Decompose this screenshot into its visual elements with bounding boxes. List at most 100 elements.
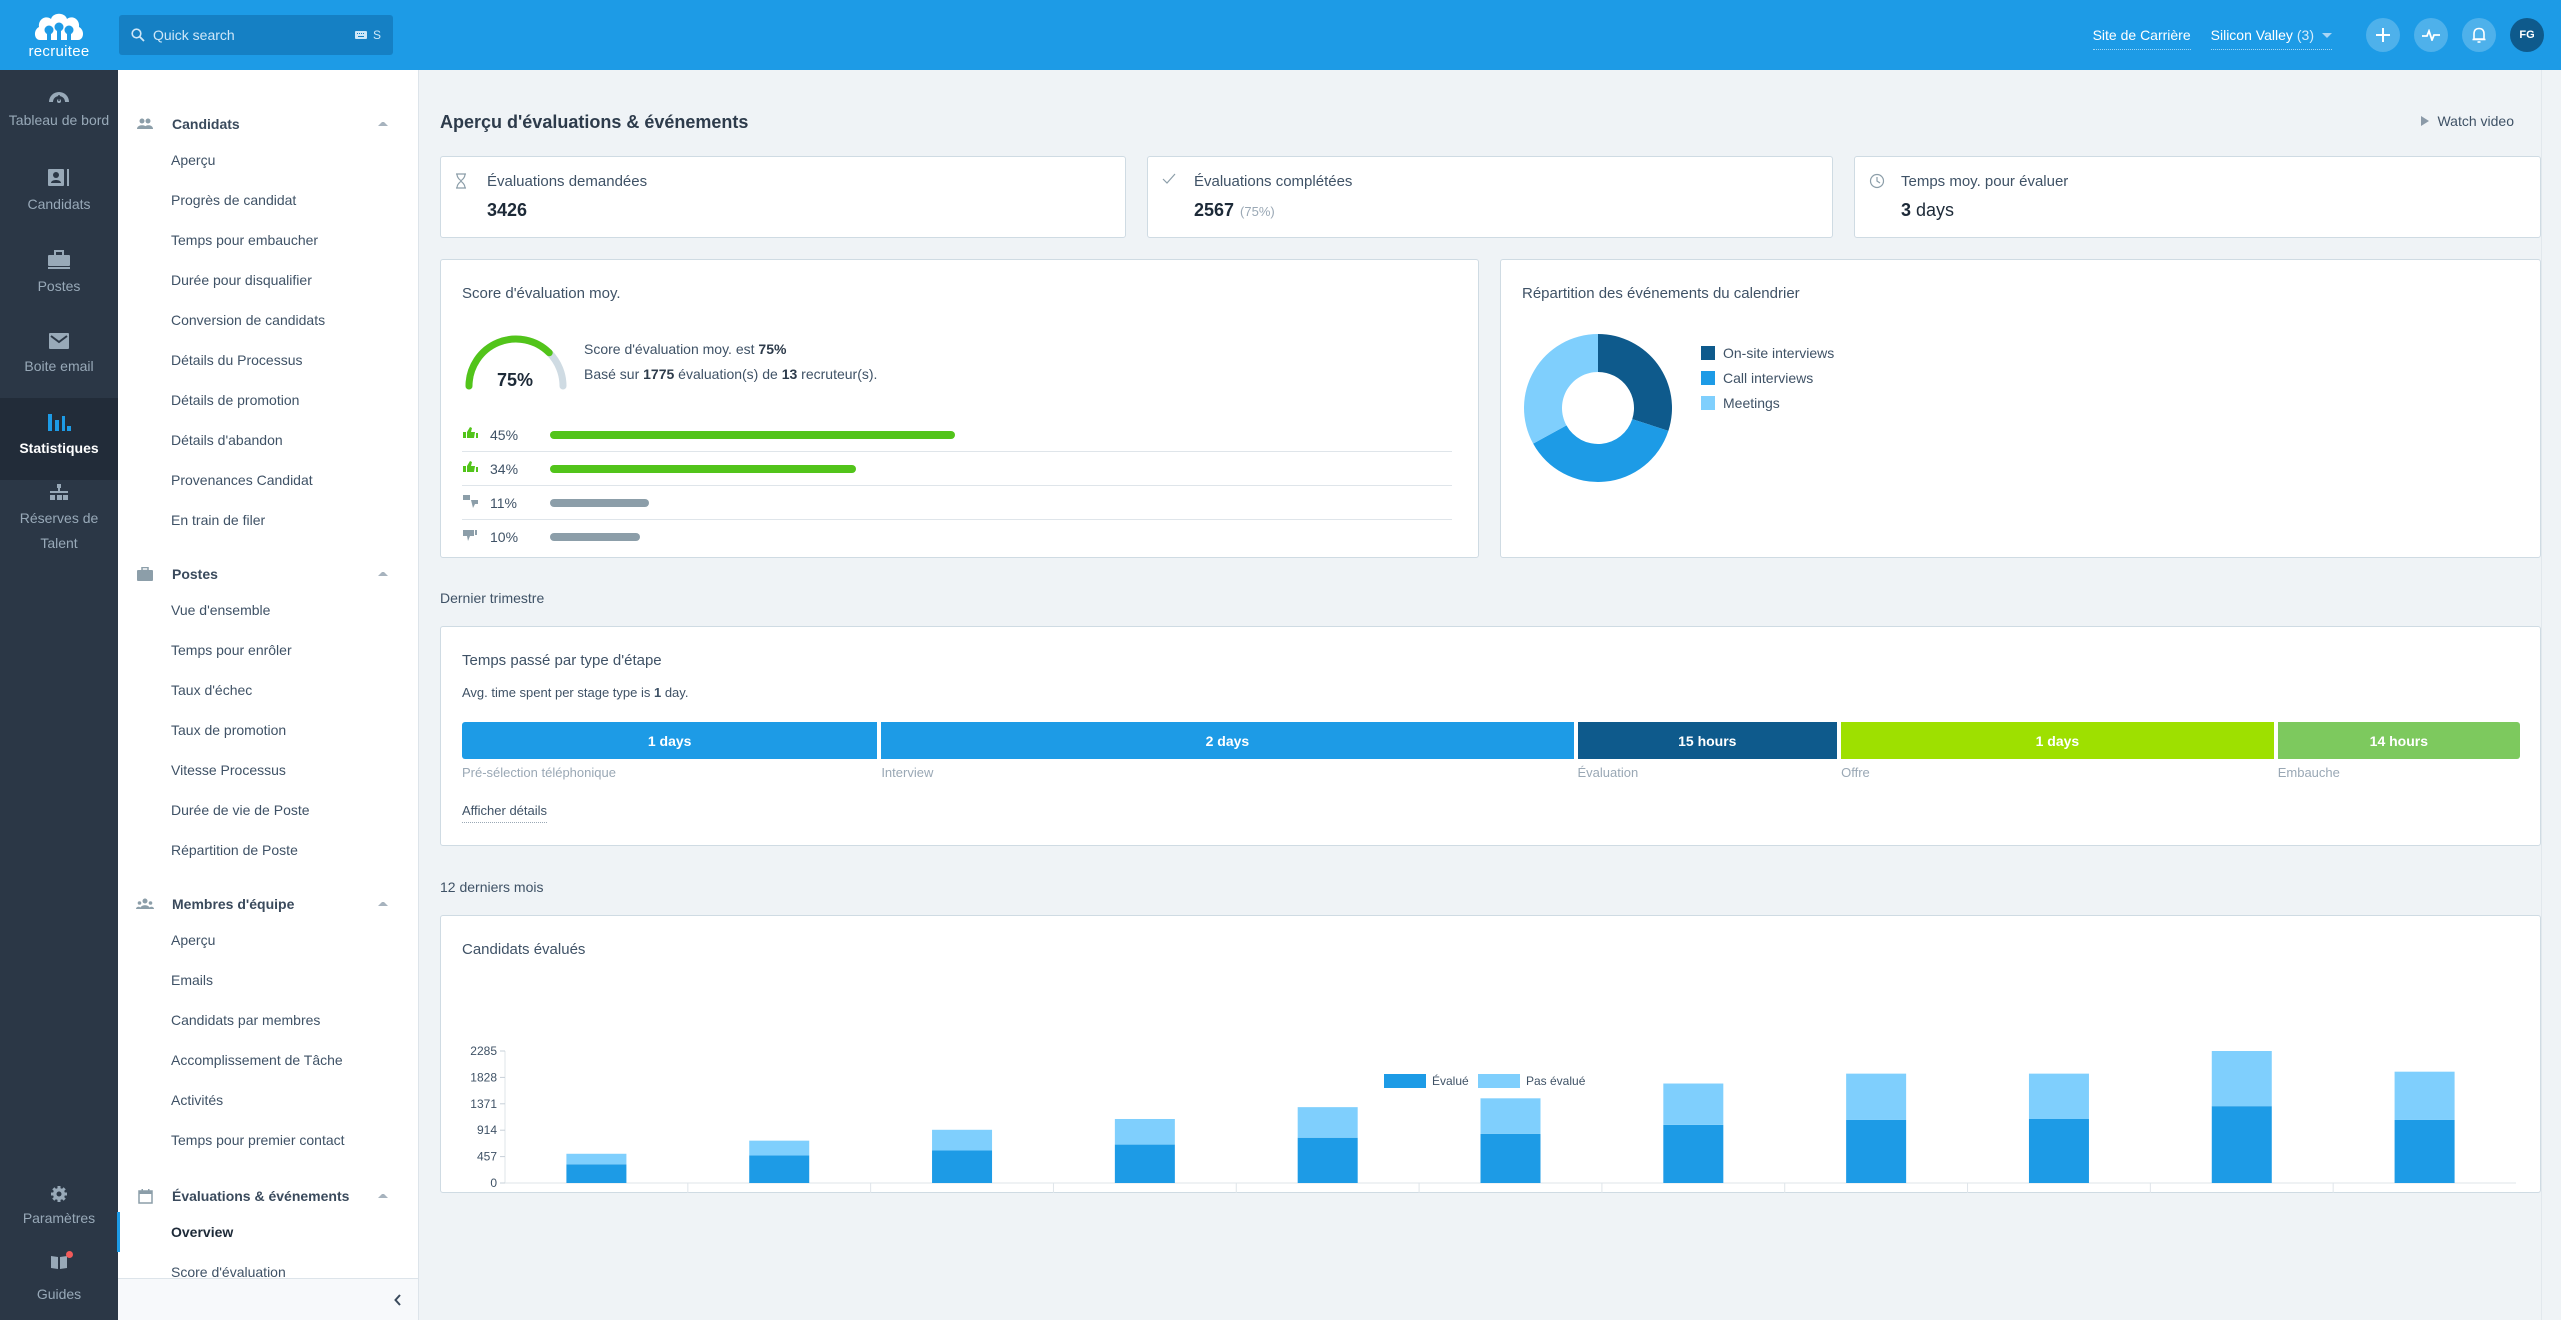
subnav-item[interactable]: Emails (118, 960, 418, 1000)
nav-settings[interactable]: Paramètres (0, 1186, 118, 1246)
search-placeholder: Quick search (153, 27, 235, 43)
subnav-item[interactable]: Temps pour premier contact (118, 1120, 418, 1160)
subnav-item[interactable]: Détails d'abandon (118, 420, 418, 460)
company-switcher[interactable]: Silicon Valley (3) (2210, 26, 2332, 50)
bar-evaluated[interactable] (749, 1155, 810, 1183)
stage-bar[interactable]: 2 days (881, 722, 1574, 759)
bar-evaluated[interactable] (932, 1150, 993, 1183)
career-site-link[interactable]: Site de Carrière (2092, 27, 2191, 50)
bar-evaluated[interactable] (2394, 1119, 2455, 1183)
stage-bar[interactable]: 1 days (462, 722, 878, 759)
subnav-item[interactable]: Taux d'échec (118, 670, 418, 710)
bar-not-evaluated[interactable] (749, 1140, 810, 1156)
section-header-candidates[interactable]: Candidats (118, 112, 418, 136)
bar-not-evaluated[interactable] (1846, 1073, 1907, 1120)
score-line-1: Score d'évaluation moy. est 75% (584, 337, 877, 362)
quick-search-input[interactable]: Quick search S (119, 15, 393, 55)
nav-settings-label: Paramètres (22, 1210, 96, 1226)
subnav-item[interactable]: Progrès de candidat (118, 180, 418, 220)
bar-not-evaluated[interactable] (1297, 1107, 1358, 1138)
stage-bar[interactable]: 15 hours (1577, 722, 1838, 759)
subnav-item[interactable]: Détails de promotion (118, 380, 418, 420)
bar-evaluated[interactable] (1480, 1133, 1541, 1183)
check-icon (1162, 173, 1176, 184)
kpi-label: Évaluations demandées (487, 173, 648, 190)
donut-slice-meetings[interactable] (1524, 334, 1598, 444)
section-header-jobs[interactable]: Postes (118, 562, 418, 586)
add-button[interactable] (2366, 18, 2400, 52)
nav-talent-pools[interactable]: Réserves de Talent (0, 484, 118, 574)
bar-evaluated[interactable] (566, 1164, 627, 1183)
nav-candidates[interactable]: Candidats (0, 168, 118, 238)
section-header-evaluations[interactable]: Évaluations & événements (118, 1184, 418, 1208)
subnav-item[interactable]: Durée pour disqualifier (118, 260, 418, 300)
bar-not-evaluated[interactable] (1480, 1098, 1541, 1134)
bell-icon (2472, 27, 2486, 43)
bar-evaluated[interactable] (2211, 1106, 2272, 1183)
briefcase-icon (137, 567, 153, 581)
subnav-item[interactable]: Répartition de Poste (118, 830, 418, 870)
nav-candidates-label: Candidats (27, 196, 91, 212)
subnav-item[interactable]: Provenances Candidat (118, 460, 418, 500)
text: Score d'évaluation moy. est (584, 341, 759, 357)
bar-not-evaluated[interactable] (1114, 1118, 1175, 1145)
y-tick-label: 1371 (470, 1097, 497, 1111)
bar-evaluated[interactable] (1846, 1119, 1907, 1183)
kpi-label: Évaluations complétées (1194, 173, 1353, 190)
nav-statistics[interactable]: Statistiques (0, 398, 118, 480)
bar-not-evaluated[interactable] (2394, 1071, 2455, 1120)
nav-mailbox[interactable]: Boite email (0, 332, 118, 402)
subnav-item[interactable]: Activités (118, 1080, 418, 1120)
subnav-item[interactable]: Vue d'ensemble (118, 590, 418, 630)
bar-not-evaluated[interactable] (566, 1153, 627, 1165)
subnav-item[interactable]: En train de filer (118, 500, 418, 540)
bar-not-evaluated[interactable] (2028, 1073, 2089, 1119)
score-line-2: Basé sur 1775 évaluation(s) de 13 recrut… (584, 362, 877, 387)
subnav-item[interactable]: Temps pour enrôler (118, 630, 418, 670)
bar-evaluated[interactable] (1663, 1124, 1724, 1183)
recruitee-logo[interactable]: recruitee (0, 0, 118, 70)
collapse-subnav-button[interactable] (118, 1278, 418, 1320)
subnav-item[interactable]: Candidats par membres (118, 1000, 418, 1040)
stage-bar[interactable]: 14 hours (2277, 722, 2520, 759)
pulse-icon (2422, 29, 2440, 41)
score-summary: Score d'évaluation moy. est 75% Basé sur… (584, 337, 877, 387)
activity-button[interactable] (2414, 18, 2448, 52)
bar-evaluated[interactable] (1114, 1144, 1175, 1183)
nav-jobs-label: Postes (37, 278, 81, 294)
score-percent: 10% (490, 529, 519, 545)
briefcase-icon (48, 250, 70, 269)
x-tick-label: mars '18 (2219, 1192, 2265, 1194)
section-header-team[interactable]: Membres d'équipe (118, 892, 418, 916)
y-tick-label: 914 (477, 1123, 497, 1137)
nav-dashboard[interactable]: Tableau de bord (0, 86, 118, 156)
show-details-link[interactable]: Afficher détails (462, 803, 548, 823)
page-scrollbar[interactable] (2541, 70, 2561, 1320)
bar-evaluated[interactable] (1297, 1137, 1358, 1183)
nav-guides[interactable]: Guides (0, 1251, 118, 1314)
donut-slice-on-site-interviews[interactable] (1598, 334, 1672, 431)
score-bar-track (550, 464, 1452, 473)
subnav-item[interactable]: Aperçu (118, 920, 418, 960)
watch-video-link[interactable]: Watch video (2421, 113, 2514, 129)
company-name: Silicon Valley (2210, 26, 2293, 43)
main-nav: Tableau de bord Candidats Postes Boite e… (0, 70, 118, 1320)
hierarchy-icon (50, 484, 68, 500)
user-avatar[interactable]: FG (2510, 18, 2544, 52)
notifications-button[interactable] (2462, 18, 2496, 52)
bar-not-evaluated[interactable] (2211, 1051, 2272, 1107)
subnav-item[interactable]: Taux de promotion (118, 710, 418, 750)
subnav-item[interactable]: Accomplissement de Tâche (118, 1040, 418, 1080)
subnav-item-active[interactable]: Overview (117, 1212, 418, 1252)
subnav-item[interactable]: Vitesse Processus (118, 750, 418, 790)
subnav-item[interactable]: Temps pour embaucher (118, 220, 418, 260)
subnav-item[interactable]: Aperçu (118, 140, 418, 180)
bar-not-evaluated[interactable] (932, 1129, 993, 1151)
bar-not-evaluated[interactable] (1663, 1083, 1724, 1125)
bar-evaluated[interactable] (2028, 1118, 2089, 1183)
subnav-item[interactable]: Conversion de candidats (118, 300, 418, 340)
nav-jobs[interactable]: Postes (0, 250, 118, 320)
subnav-item[interactable]: Détails du Processus (118, 340, 418, 380)
stage-bar[interactable]: 1 days (1841, 722, 2274, 759)
subnav-item[interactable]: Durée de vie de Poste (118, 790, 418, 830)
